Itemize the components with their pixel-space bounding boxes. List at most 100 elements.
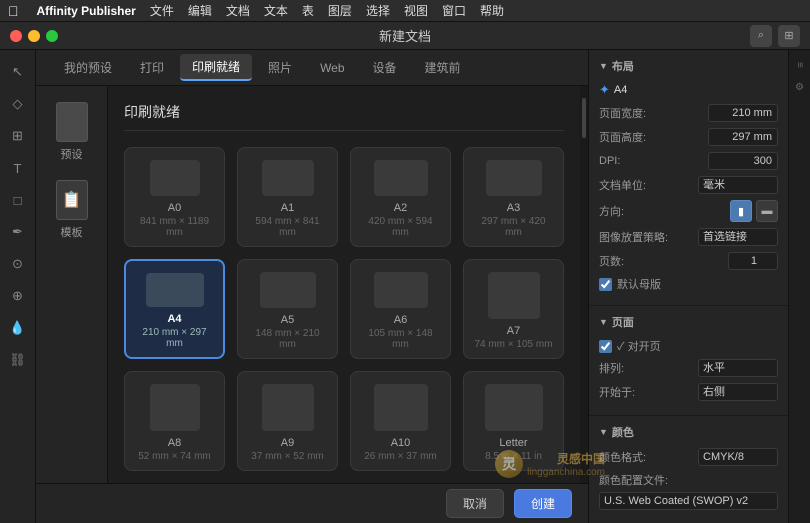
dpi-label: DPI:	[599, 155, 620, 167]
preset-icon: ✦	[599, 82, 610, 98]
start-on-label: 开始于:	[599, 384, 635, 400]
default-master-checkbox[interactable]	[599, 278, 612, 291]
tool-text[interactable]: T	[4, 154, 32, 182]
tab-photo[interactable]: 照片	[256, 55, 304, 80]
tool-eyedrop[interactable]: 💧	[4, 314, 32, 342]
portrait-button[interactable]: ▮	[730, 200, 752, 222]
tool-link[interactable]: ⛓	[4, 346, 32, 374]
paper-card-a2[interactable]: A2 420 mm × 594 mm	[350, 147, 451, 247]
apple-menu[interactable]: 	[8, 3, 19, 19]
tab-preset[interactable]: 我的预设	[52, 55, 124, 80]
paper-card-a9[interactable]: A9 37 mm × 52 mm	[237, 371, 338, 471]
tool-move[interactable]: ↖	[4, 58, 32, 86]
cancel-button[interactable]: 取消	[446, 489, 504, 518]
paper-card-a3[interactable]: A3 297 mm × 420 mm	[463, 147, 564, 247]
sub-sidebar-preset-label: 预设	[61, 146, 83, 162]
menu-layer[interactable]: 图层	[328, 2, 352, 19]
start-on-row: 开始于: 右侧 左侧	[599, 383, 778, 401]
window-title: 新建文档	[379, 26, 431, 45]
toolbar-expand-icon[interactable]: ⊞	[778, 25, 800, 47]
menu-text[interactable]: 文本	[264, 2, 288, 19]
preset-thumbnail	[56, 102, 88, 142]
dpi-input[interactable]	[708, 152, 778, 170]
a5-shape	[260, 272, 316, 308]
toolbar-search-icon[interactable]: ⌕	[750, 25, 772, 47]
a1-size: 594 mm × 841 mm	[246, 216, 329, 238]
paper-card-a0[interactable]: A0 841 mm × 1189 mm	[124, 147, 225, 247]
portrait-icon: ▮	[738, 205, 744, 218]
menu-table[interactable]: 表	[302, 2, 314, 19]
preset-row: ✦ A4	[599, 82, 778, 98]
scroll-indicator	[580, 86, 588, 483]
maximize-button[interactable]	[46, 30, 58, 42]
create-button[interactable]: 创建	[514, 489, 572, 518]
pages-input[interactable]	[728, 252, 778, 270]
tool-shape[interactable]: □	[4, 186, 32, 214]
sub-sidebar-preset[interactable]: 预设	[42, 96, 102, 168]
pages-section-title: 页面	[612, 314, 634, 330]
menu-view[interactable]: 视图	[404, 2, 428, 19]
a10-shape	[374, 384, 428, 431]
sub-sidebar-template[interactable]: 📋 模板	[42, 174, 102, 246]
a0-shape	[150, 160, 200, 196]
template-icon: 📋	[62, 190, 82, 210]
a1-shape	[262, 160, 314, 196]
image-placement-select[interactable]: 首选链接 嵌入	[698, 228, 778, 246]
center-panel: 我的预设 打印 印刷就绪 照片 Web 设备 建筑前 预设	[36, 50, 588, 523]
tab-build[interactable]: 建筑前	[413, 55, 473, 80]
tab-web[interactable]: Web	[308, 57, 356, 79]
paper-card-a10[interactable]: A10 26 mm × 37 mm	[350, 371, 451, 471]
orientation-buttons: ▮ ▬	[730, 200, 778, 222]
menu-document[interactable]: 文档	[226, 2, 250, 19]
color-profile-select[interactable]: U.S. Web Coated (SWOP) v2	[599, 492, 778, 510]
pages-label: 页数:	[599, 253, 624, 269]
paper-card-a4[interactable]: A4 210 mm × 297 mm	[124, 259, 225, 359]
tool-pen[interactable]: ✒	[4, 218, 32, 246]
tab-device[interactable]: 设备	[361, 55, 409, 80]
toolbar-right: ⌕ ⊞	[750, 25, 800, 47]
close-button[interactable]	[10, 30, 22, 42]
width-input[interactable]	[708, 104, 778, 122]
doc-grid: A0 841 mm × 1189 mm A1 594 mm × 841 mm	[124, 147, 564, 483]
a2-label: A2	[394, 202, 407, 214]
image-placement-row: 图像放置策略: 首选链接 嵌入	[599, 228, 778, 246]
right-icon-2[interactable]: ⚙	[792, 78, 807, 97]
height-row: 页面高度:	[599, 128, 778, 146]
paper-card-a8[interactable]: A8 52 mm × 74 mm	[124, 371, 225, 471]
minimize-button[interactable]	[28, 30, 40, 42]
facing-pages-checkbox[interactable]	[599, 340, 612, 353]
tool-crop[interactable]: ⊞	[4, 122, 32, 150]
right-icon-1[interactable]: ≡	[792, 58, 807, 72]
a1-label: A1	[281, 202, 294, 214]
start-on-select[interactable]: 右侧 左侧	[698, 383, 778, 401]
tab-print[interactable]: 打印	[128, 55, 176, 80]
menu-help[interactable]: 帮助	[480, 2, 504, 19]
tool-zoom[interactable]: ⊕	[4, 282, 32, 310]
doc-area: 印刷就绪 A0 841 mm × 1189 mm A1	[108, 86, 580, 483]
menu-file[interactable]: 文件	[150, 2, 174, 19]
tool-paint[interactable]: ⊙	[4, 250, 32, 278]
menu-window[interactable]: 窗口	[442, 2, 466, 19]
paper-card-a5[interactable]: A5 148 mm × 210 mm	[237, 259, 338, 359]
tool-node[interactable]: ◇	[4, 90, 32, 118]
a3-label: A3	[507, 202, 520, 214]
tab-print-ready[interactable]: 印刷就绪	[180, 54, 252, 81]
color-chevron-icon: ▼	[599, 427, 608, 437]
a7-shape	[488, 272, 540, 319]
scroll-thumb[interactable]	[582, 98, 586, 138]
layout-type-select[interactable]: 水平 垂直	[698, 359, 778, 377]
doc-unit-select[interactable]: 毫米 像素 英寸	[698, 176, 778, 194]
landscape-button[interactable]: ▬	[756, 200, 778, 222]
paper-card-a1[interactable]: A1 594 mm × 841 mm	[237, 147, 338, 247]
tabs-nav: 我的预设 打印 印刷就绪 照片 Web 设备 建筑前	[36, 50, 588, 86]
paper-card-letter[interactable]: Letter 8.5 in × 11 in	[463, 371, 564, 471]
color-format-select[interactable]: CMYK/8 RGB/8	[698, 448, 778, 466]
paper-card-a6[interactable]: A6 105 mm × 148 mm	[350, 259, 451, 359]
layout-type-label: 排列:	[599, 360, 624, 376]
menu-edit[interactable]: 编辑	[188, 2, 212, 19]
height-input[interactable]	[708, 128, 778, 146]
color-section-title: 颜色	[612, 424, 634, 440]
menu-select[interactable]: 选择	[366, 2, 390, 19]
height-label: 页面高度:	[599, 129, 646, 145]
paper-card-a7[interactable]: A7 74 mm × 105 mm	[463, 259, 564, 359]
